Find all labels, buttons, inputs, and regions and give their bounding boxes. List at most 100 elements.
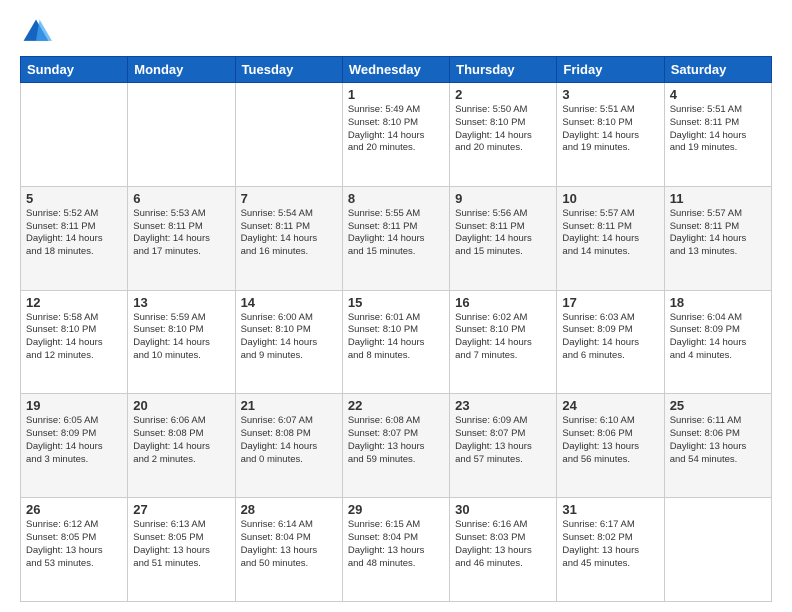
col-header-monday: Monday	[128, 57, 235, 83]
day-cell: 16 Sunrise: 6:02 AM Sunset: 8:10 PM Dayli…	[450, 290, 557, 394]
col-header-thursday: Thursday	[450, 57, 557, 83]
day-cell: 26 Sunrise: 6:12 AM Sunset: 8:05 PM Dayli…	[21, 498, 128, 602]
day-info: Sunrise: 6:06 AM Sunset: 8:08 PM Dayligh…	[133, 415, 229, 466]
day-cell: 15 Sunrise: 6:01 AM Sunset: 8:10 PM Dayli…	[342, 290, 449, 394]
day-number: 6	[133, 191, 229, 206]
header	[20, 16, 772, 48]
day-number: 1	[348, 87, 444, 102]
day-cell	[235, 83, 342, 187]
week-row-2: 5 Sunrise: 5:52 AM Sunset: 8:11 PM Daylig…	[21, 186, 772, 290]
day-info: Sunrise: 5:55 AM Sunset: 8:11 PM Dayligh…	[348, 208, 444, 259]
day-number: 21	[241, 398, 337, 413]
day-number: 7	[241, 191, 337, 206]
day-number: 17	[562, 295, 658, 310]
day-info: Sunrise: 6:03 AM Sunset: 8:09 PM Dayligh…	[562, 312, 658, 363]
week-row-5: 26 Sunrise: 6:12 AM Sunset: 8:05 PM Dayli…	[21, 498, 772, 602]
day-info: Sunrise: 5:50 AM Sunset: 8:10 PM Dayligh…	[455, 104, 551, 155]
day-info: Sunrise: 5:58 AM Sunset: 8:10 PM Dayligh…	[26, 312, 122, 363]
day-info: Sunrise: 5:57 AM Sunset: 8:11 PM Dayligh…	[562, 208, 658, 259]
day-cell: 25Sunrise: 6:11 AM Sunset: 8:06 PM Dayli…	[664, 394, 771, 498]
day-number: 28	[241, 502, 337, 517]
col-header-sunday: Sunday	[21, 57, 128, 83]
day-cell: 4 Sunrise: 5:51 AM Sunset: 8:11 PM Daylig…	[664, 83, 771, 187]
day-info: Sunrise: 6:15 AM Sunset: 8:04 PM Dayligh…	[348, 519, 444, 570]
day-cell: 7 Sunrise: 5:54 AM Sunset: 8:11 PM Daylig…	[235, 186, 342, 290]
day-cell: 6Sunrise: 5:53 AM Sunset: 8:11 PM Daylig…	[128, 186, 235, 290]
day-cell: 17 Sunrise: 6:03 AM Sunset: 8:09 PM Dayli…	[557, 290, 664, 394]
day-number: 16	[455, 295, 551, 310]
day-cell: 27Sunrise: 6:13 AM Sunset: 8:05 PM Dayli…	[128, 498, 235, 602]
day-cell: 2 Sunrise: 5:50 AM Sunset: 8:10 PM Daylig…	[450, 83, 557, 187]
day-number: 18	[670, 295, 766, 310]
header-row: SundayMondayTuesdayWednesdayThursdayFrid…	[21, 57, 772, 83]
day-number: 30	[455, 502, 551, 517]
day-number: 2	[455, 87, 551, 102]
day-number: 12	[26, 295, 122, 310]
day-info: Sunrise: 5:54 AM Sunset: 8:11 PM Dayligh…	[241, 208, 337, 259]
day-number: 5	[26, 191, 122, 206]
day-number: 23	[455, 398, 551, 413]
calendar: SundayMondayTuesdayWednesdayThursdayFrid…	[20, 56, 772, 602]
col-header-wednesday: Wednesday	[342, 57, 449, 83]
day-info: Sunrise: 5:49 AM Sunset: 8:10 PM Dayligh…	[348, 104, 444, 155]
page: SundayMondayTuesdayWednesdayThursdayFrid…	[0, 0, 792, 612]
day-info: Sunrise: 6:16 AM Sunset: 8:03 PM Dayligh…	[455, 519, 551, 570]
day-number: 24	[562, 398, 658, 413]
day-info: Sunrise: 6:17 AM Sunset: 8:02 PM Dayligh…	[562, 519, 658, 570]
week-row-3: 12 Sunrise: 5:58 AM Sunset: 8:10 PM Dayli…	[21, 290, 772, 394]
day-number: 26	[26, 502, 122, 517]
logo	[20, 16, 56, 48]
day-cell: 5 Sunrise: 5:52 AM Sunset: 8:11 PM Daylig…	[21, 186, 128, 290]
day-info: Sunrise: 6:12 AM Sunset: 8:05 PM Dayligh…	[26, 519, 122, 570]
day-cell: 11Sunrise: 5:57 AM Sunset: 8:11 PM Dayli…	[664, 186, 771, 290]
day-info: Sunrise: 5:59 AM Sunset: 8:10 PM Dayligh…	[133, 312, 229, 363]
day-info: Sunrise: 6:10 AM Sunset: 8:06 PM Dayligh…	[562, 415, 658, 466]
day-info: Sunrise: 5:52 AM Sunset: 8:11 PM Dayligh…	[26, 208, 122, 259]
day-info: Sunrise: 6:04 AM Sunset: 8:09 PM Dayligh…	[670, 312, 766, 363]
day-info: Sunrise: 6:09 AM Sunset: 8:07 PM Dayligh…	[455, 415, 551, 466]
day-cell	[21, 83, 128, 187]
day-number: 22	[348, 398, 444, 413]
calendar-header: SundayMondayTuesdayWednesdayThursdayFrid…	[21, 57, 772, 83]
logo-icon	[20, 16, 52, 48]
day-cell: 14Sunrise: 6:00 AM Sunset: 8:10 PM Dayli…	[235, 290, 342, 394]
day-info: Sunrise: 5:51 AM Sunset: 8:10 PM Dayligh…	[562, 104, 658, 155]
day-info: Sunrise: 6:01 AM Sunset: 8:10 PM Dayligh…	[348, 312, 444, 363]
day-number: 25	[670, 398, 766, 413]
col-header-friday: Friday	[557, 57, 664, 83]
col-header-tuesday: Tuesday	[235, 57, 342, 83]
day-number: 27	[133, 502, 229, 517]
day-info: Sunrise: 6:02 AM Sunset: 8:10 PM Dayligh…	[455, 312, 551, 363]
day-number: 3	[562, 87, 658, 102]
day-cell: 1 Sunrise: 5:49 AM Sunset: 8:10 PM Daylig…	[342, 83, 449, 187]
day-cell: 13 Sunrise: 5:59 AM Sunset: 8:10 PM Dayli…	[128, 290, 235, 394]
day-number: 8	[348, 191, 444, 206]
day-number: 13	[133, 295, 229, 310]
day-number: 15	[348, 295, 444, 310]
day-cell: 18 Sunrise: 6:04 AM Sunset: 8:09 PM Dayli…	[664, 290, 771, 394]
day-cell: 19Sunrise: 6:05 AM Sunset: 8:09 PM Dayli…	[21, 394, 128, 498]
day-cell: 9Sunrise: 5:56 AM Sunset: 8:11 PM Daylig…	[450, 186, 557, 290]
day-info: Sunrise: 5:57 AM Sunset: 8:11 PM Dayligh…	[670, 208, 766, 259]
day-cell: 20Sunrise: 6:06 AM Sunset: 8:08 PM Dayli…	[128, 394, 235, 498]
col-header-saturday: Saturday	[664, 57, 771, 83]
day-cell: 12 Sunrise: 5:58 AM Sunset: 8:10 PM Dayli…	[21, 290, 128, 394]
day-cell: 22Sunrise: 6:08 AM Sunset: 8:07 PM Dayli…	[342, 394, 449, 498]
day-number: 31	[562, 502, 658, 517]
day-cell: 28 Sunrise: 6:14 AM Sunset: 8:04 PM Dayli…	[235, 498, 342, 602]
day-number: 10	[562, 191, 658, 206]
day-cell: 3 Sunrise: 5:51 AM Sunset: 8:10 PM Daylig…	[557, 83, 664, 187]
day-info: Sunrise: 6:05 AM Sunset: 8:09 PM Dayligh…	[26, 415, 122, 466]
day-info: Sunrise: 6:07 AM Sunset: 8:08 PM Dayligh…	[241, 415, 337, 466]
day-cell: 8 Sunrise: 5:55 AM Sunset: 8:11 PM Daylig…	[342, 186, 449, 290]
day-number: 4	[670, 87, 766, 102]
day-cell: 29Sunrise: 6:15 AM Sunset: 8:04 PM Dayli…	[342, 498, 449, 602]
day-cell: 21 Sunrise: 6:07 AM Sunset: 8:08 PM Dayli…	[235, 394, 342, 498]
day-cell	[128, 83, 235, 187]
day-cell: 30 Sunrise: 6:16 AM Sunset: 8:03 PM Dayli…	[450, 498, 557, 602]
day-info: Sunrise: 6:14 AM Sunset: 8:04 PM Dayligh…	[241, 519, 337, 570]
week-row-1: 1 Sunrise: 5:49 AM Sunset: 8:10 PM Daylig…	[21, 83, 772, 187]
day-cell	[664, 498, 771, 602]
week-row-4: 19Sunrise: 6:05 AM Sunset: 8:09 PM Dayli…	[21, 394, 772, 498]
day-info: Sunrise: 5:51 AM Sunset: 8:11 PM Dayligh…	[670, 104, 766, 155]
